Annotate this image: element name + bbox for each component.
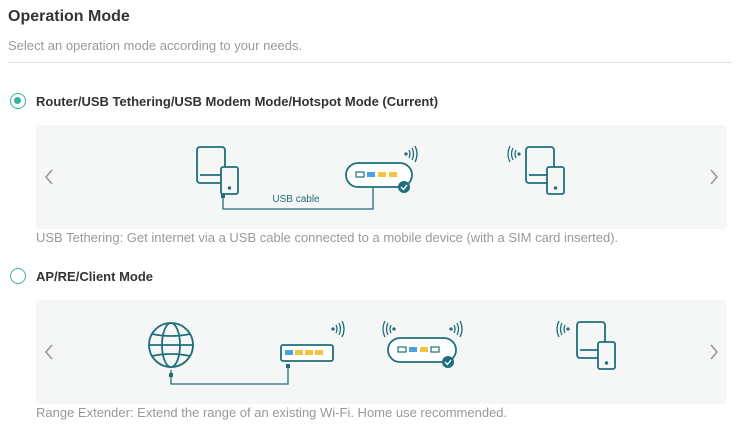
mode-label-ap: AP/RE/Client Mode (36, 268, 154, 284)
wifi-icon (507, 145, 521, 163)
router-icon (387, 337, 457, 368)
page-subtitle: Select an operation mode according to yo… (8, 38, 303, 53)
mode-option-router[interactable]: Router/USB Tethering/USB Modem Mode/Hots… (10, 93, 438, 109)
ap-mode-diagram (148, 320, 616, 385)
wifi-icon (331, 320, 345, 338)
tablet-phone-icon (576, 321, 616, 370)
wifi-icon (382, 320, 396, 338)
radio-ap[interactable] (10, 268, 26, 284)
diagram-panel-router: USB cable (36, 125, 727, 229)
mode-label-router: Router/USB Tethering/USB Modem Mode/Hots… (36, 93, 439, 109)
diagram-panel-ap (36, 300, 727, 404)
wifi-icon (404, 145, 418, 163)
router-icon (345, 162, 413, 193)
wifi-icon (556, 320, 570, 338)
header-divider (8, 62, 732, 63)
tablet-phone-icon (525, 146, 565, 195)
router-mode-diagram: USB cable (196, 145, 565, 210)
mode-description-router: USB Tethering: Get internet via a USB ca… (36, 230, 619, 245)
mode-description-ap: Range Extender: Extend the range of an e… (36, 405, 508, 420)
globe-icon (148, 322, 194, 368)
tablet-phone-icon (196, 146, 239, 195)
usb-cable-label: USB cable (272, 194, 320, 205)
page-title: Operation Mode (8, 8, 130, 25)
radio-router[interactable] (10, 93, 26, 109)
wifi-icon (449, 320, 463, 338)
modem-icon (280, 344, 334, 362)
mode-option-ap[interactable]: AP/RE/Client Mode (10, 268, 153, 284)
